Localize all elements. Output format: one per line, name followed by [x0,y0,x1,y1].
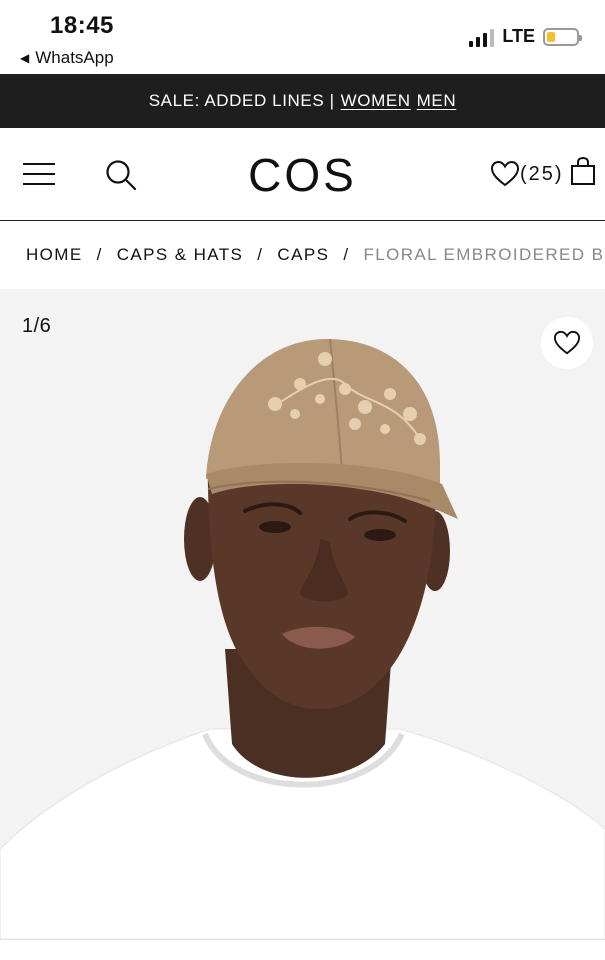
wishlist-count: (25) [520,162,564,185]
image-counter: 1/6 [22,315,52,337]
breadcrumb-separator: / [343,245,350,264]
back-to-app-link[interactable]: ◀ WhatsApp [20,48,114,68]
bag-icon[interactable] [570,156,596,186]
back-app-label: WhatsApp [35,48,114,67]
promo-link-women[interactable]: WOMEN [341,91,411,111]
back-triangle-icon: ◀ [20,51,30,65]
promo-text: SALE: ADDED LINES | [148,91,335,110]
breadcrumb-current-product: FLORAL EMBROIDERED B [363,245,605,264]
ios-status-bar: 18:45 ◀ WhatsApp LTE [0,0,605,74]
product-photo [0,338,605,939]
promo-bar: SALE: ADDED LINES | WOMEN MEN [0,74,605,128]
breadcrumb-separator: / [96,245,103,264]
breadcrumb: HOME / CAPS & HATS / CAPS / FLORAL EMBRO… [0,221,605,289]
breadcrumb-home[interactable]: HOME [26,245,83,265]
site-header: COS (25) [0,128,605,221]
heart-icon [553,330,581,355]
battery-fill [547,31,556,42]
wishlist-button[interactable]: (25) [490,160,564,188]
status-time: 18:45 [50,12,114,39]
signal-icon [469,27,495,47]
add-to-wishlist-button[interactable] [541,317,593,369]
battery-icon [543,27,582,46]
breadcrumb-caps-hats[interactable]: CAPS & HATS [117,245,244,265]
heart-icon [490,160,520,187]
promo-link-men[interactable]: MEN [417,91,457,111]
breadcrumb-caps[interactable]: CAPS [277,245,329,265]
status-indicators: LTE [469,26,582,47]
bottom-strip [0,939,605,960]
breadcrumb-separator: / [257,245,264,264]
network-label: LTE [502,26,535,46]
product-gallery[interactable]: 1/6 [0,289,605,939]
